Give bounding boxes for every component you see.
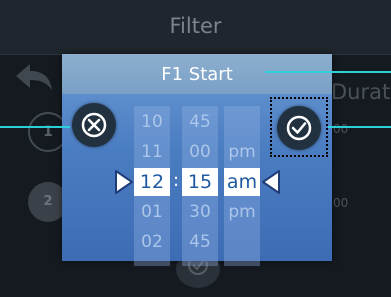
back-arrow-icon[interactable] xyxy=(14,62,56,94)
row-1-time: 00 xyxy=(333,122,349,136)
hour-option[interactable]: 10 xyxy=(134,112,170,132)
cancel-button[interactable] xyxy=(72,103,116,147)
time-separator: : xyxy=(173,170,180,191)
device-screen: Filter 1 2 Duration 00 00 F1 Start 10 11… xyxy=(0,0,391,297)
header-bar: Filter xyxy=(0,0,391,55)
minute-option[interactable]: 45 xyxy=(182,112,218,132)
check-circle-icon xyxy=(286,115,312,141)
dialog-title: F1 Start xyxy=(161,64,233,85)
duration-label: Duration xyxy=(331,80,391,104)
row-2-time: 00 xyxy=(333,196,349,210)
page-title: Filter xyxy=(169,14,222,38)
minute-option[interactable]: 30 xyxy=(182,202,218,222)
confirm-button[interactable] xyxy=(277,106,321,150)
hour-option[interactable]: 02 xyxy=(134,232,170,252)
callout-line-title xyxy=(265,71,391,73)
triangle-left-icon xyxy=(262,170,280,194)
selected-minute[interactable]: 15 xyxy=(182,168,218,196)
triangle-right-icon xyxy=(115,170,133,194)
hour-option[interactable]: 11 xyxy=(134,142,170,162)
dialog-title-bar: F1 Start xyxy=(62,54,332,94)
selected-hour[interactable]: 12 xyxy=(134,168,170,196)
minute-option[interactable]: 45 xyxy=(182,232,218,252)
selected-ampm[interactable]: am xyxy=(224,168,260,196)
time-picker-dialog: F1 Start 10 11 01 02 45 00 30 45 pm pm 1… xyxy=(62,54,332,266)
hour-option[interactable]: 01 xyxy=(134,202,170,222)
callout-line-confirm xyxy=(328,126,391,128)
close-circle-icon xyxy=(81,112,107,138)
callout-line-cancel xyxy=(0,126,70,128)
ampm-option[interactable]: pm xyxy=(224,142,260,162)
ampm-option[interactable]: pm xyxy=(224,202,260,222)
minute-option[interactable]: 00 xyxy=(182,142,218,162)
